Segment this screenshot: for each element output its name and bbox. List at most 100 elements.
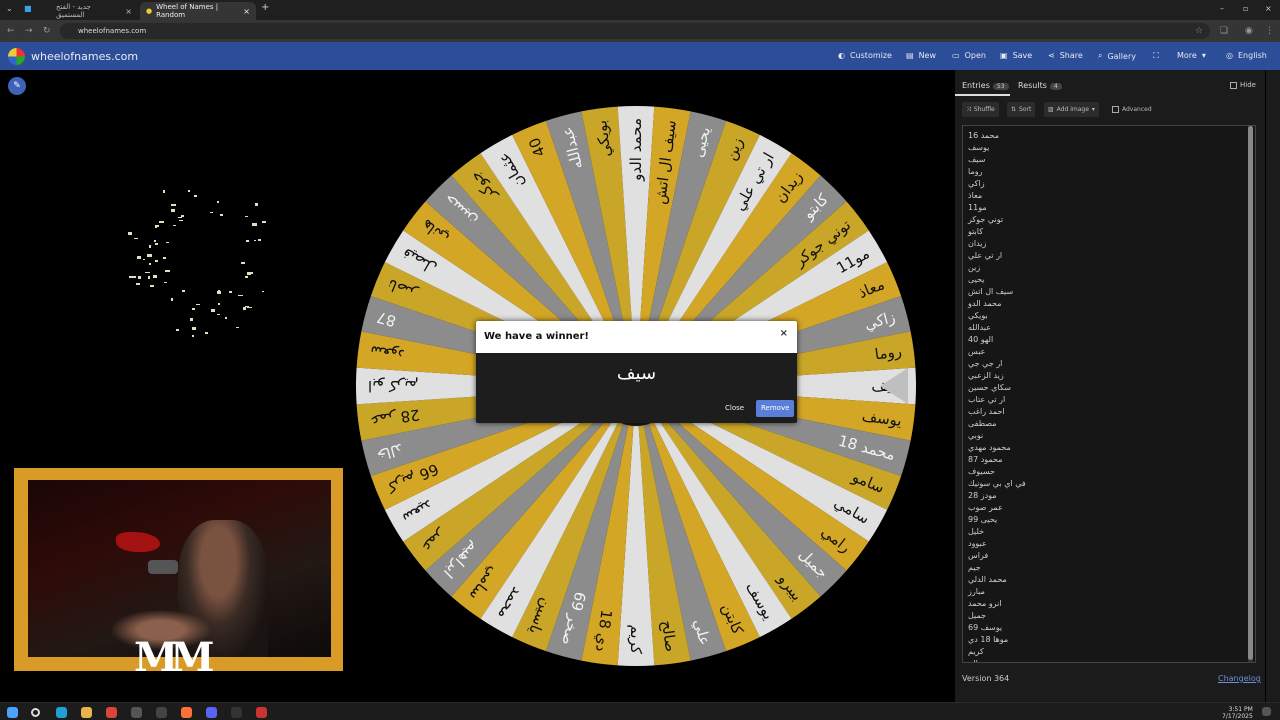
gallery-button[interactable]: ⌕ Gallery — [1098, 51, 1136, 61]
fullscreen-button[interactable]: ⛶ — [1153, 51, 1159, 61]
edge-icon[interactable] — [56, 707, 67, 718]
chevron-down-icon: ▾ — [1091, 106, 1095, 113]
discord-icon[interactable] — [206, 707, 217, 718]
globe-icon: ◎ — [1226, 51, 1233, 60]
confetti-piece — [220, 214, 224, 217]
notifications-icon[interactable] — [1262, 707, 1271, 716]
tab-results[interactable]: Results 4 — [1018, 81, 1062, 90]
confetti-piece — [162, 190, 166, 193]
entries-count-badge: 53 — [992, 83, 1009, 90]
new-button[interactable]: ▤ New — [906, 51, 936, 60]
url-input[interactable]: wheelofnames.com — [60, 23, 1210, 39]
confetti-piece — [235, 326, 240, 329]
hide-toggle[interactable]: Hide — [1230, 81, 1256, 89]
customize-button[interactable]: ◐ Customize — [838, 51, 892, 60]
dialog-close-icon[interactable]: × — [780, 328, 788, 339]
window-close-icon[interactable]: × — [1265, 4, 1272, 13]
changelog-link[interactable]: Changelog — [1218, 674, 1261, 683]
back-icon[interactable]: ← — [7, 26, 15, 36]
entry-line: فراس — [968, 551, 989, 560]
confetti-piece — [133, 237, 139, 239]
app-icon[interactable] — [131, 707, 142, 718]
entry-line: سيف ال اتش — [968, 287, 1014, 296]
search-icon: ⌕ — [1098, 51, 1103, 60]
confetti-piece — [138, 276, 142, 280]
add-image-button[interactable]: ▨ Add image ▾ — [1044, 102, 1099, 117]
app-icon[interactable] — [156, 707, 167, 718]
pencil-icon[interactable]: ✎ — [8, 77, 26, 95]
entry-line: معاذ — [968, 191, 983, 200]
confetti-piece — [163, 282, 167, 284]
new-file-icon: ▤ — [906, 51, 914, 60]
shuffle-button[interactable]: ⤨ Shuffle — [962, 102, 999, 117]
minimize-icon[interactable]: – — [1220, 4, 1224, 13]
wheel-slice-label: كريم — [627, 624, 645, 654]
obs-icon[interactable] — [256, 707, 267, 718]
entry-line: عبدالله — [968, 323, 991, 332]
forward-icon[interactable]: → — [25, 26, 33, 36]
confetti-piece — [193, 195, 197, 198]
search-icon[interactable] — [31, 708, 40, 717]
remove-button[interactable]: Remove — [756, 400, 795, 417]
wheel-logo-icon[interactable] — [8, 48, 25, 65]
sort-button[interactable]: ⇅ Sort — [1007, 102, 1036, 117]
file-explorer-icon[interactable] — [81, 707, 92, 718]
entry-line: ار تي عتاب — [968, 395, 1006, 404]
confetti-piece — [136, 283, 140, 286]
entry-line: عبس — [968, 347, 986, 356]
confetti-piece — [262, 221, 267, 224]
page-scrollbar[interactable] — [1266, 70, 1280, 702]
new-tab-button[interactable]: + — [261, 2, 269, 13]
entry-line: جيم — [968, 563, 981, 572]
tab-search-icon[interactable]: ⌄ — [6, 4, 13, 13]
open-button[interactable]: ▭ Open — [952, 51, 986, 60]
advanced-checkbox[interactable] — [1112, 106, 1119, 113]
clock[interactable]: 3:51 PM 7/17/2025 — [1222, 706, 1253, 720]
terminal-icon[interactable] — [231, 707, 242, 718]
windows-taskbar: 3:51 PM 7/17/2025 — [0, 702, 1280, 720]
entry-line: يحيى 99 — [968, 515, 998, 524]
reload-icon[interactable]: ↻ — [43, 26, 51, 36]
browser-menu-icon[interactable]: ⋮ — [1265, 26, 1274, 36]
extensions-icon[interactable]: ❏ — [1220, 26, 1228, 36]
close-button[interactable]: Close — [720, 400, 749, 417]
confetti-piece — [162, 256, 166, 259]
entry-line: جميل — [968, 611, 987, 620]
tab-title: جديد - الفتح المستميق — [56, 3, 91, 19]
firefox-icon[interactable] — [181, 707, 192, 718]
entry-line: زيد الزعبي — [968, 371, 1004, 380]
language-button[interactable]: ◎ English — [1226, 51, 1267, 60]
share-icon: ⋖ — [1048, 51, 1055, 60]
confetti-piece — [205, 332, 209, 334]
browser-tab-2[interactable]: ● Wheel of Names | Random × — [140, 2, 256, 20]
windows-start-icon[interactable] — [7, 707, 18, 718]
browser-tab-1[interactable]: جديد - الفتح المستميق × — [50, 2, 138, 20]
confetti-piece — [136, 256, 142, 259]
entry-line: محمد الدو — [968, 299, 1002, 308]
close-icon[interactable]: × — [125, 7, 132, 16]
close-icon[interactable]: × — [243, 7, 250, 16]
confetti-piece — [191, 308, 195, 310]
tab-entries[interactable]: Entries 53 — [962, 81, 1009, 90]
profile-icon[interactable]: ◉ — [1245, 26, 1253, 36]
entries-scrollbar-thumb[interactable] — [1248, 126, 1253, 660]
maximize-icon[interactable]: ▫ — [1243, 4, 1248, 13]
advanced-toggle[interactable]: Advanced — [1108, 102, 1156, 117]
confetti-piece — [148, 244, 152, 248]
confetti-piece — [257, 239, 261, 242]
more-button[interactable]: More ▾ — [1177, 51, 1206, 60]
bookmark-star-icon[interactable]: ☆ — [1195, 26, 1203, 36]
save-button[interactable]: ▣ Save — [1000, 51, 1032, 60]
confetti-piece — [228, 291, 233, 293]
confetti-piece — [210, 211, 213, 213]
confetti-piece — [242, 307, 247, 311]
confetti-piece — [240, 261, 245, 265]
confetti-piece — [128, 232, 133, 235]
share-button[interactable]: ⋖ Share — [1048, 51, 1083, 60]
chrome-icon[interactable] — [106, 707, 117, 718]
entries-textarea[interactable]: محمد 16 يوسف سيف روما زاكي معاذ مو11 توني جوكر ك… — [962, 125, 1256, 663]
version-label: Version 364 — [962, 674, 1010, 683]
confetti-piece — [191, 326, 197, 330]
brand-name[interactable]: wheelofnames.com — [31, 50, 138, 63]
hide-checkbox[interactable] — [1230, 81, 1237, 89]
